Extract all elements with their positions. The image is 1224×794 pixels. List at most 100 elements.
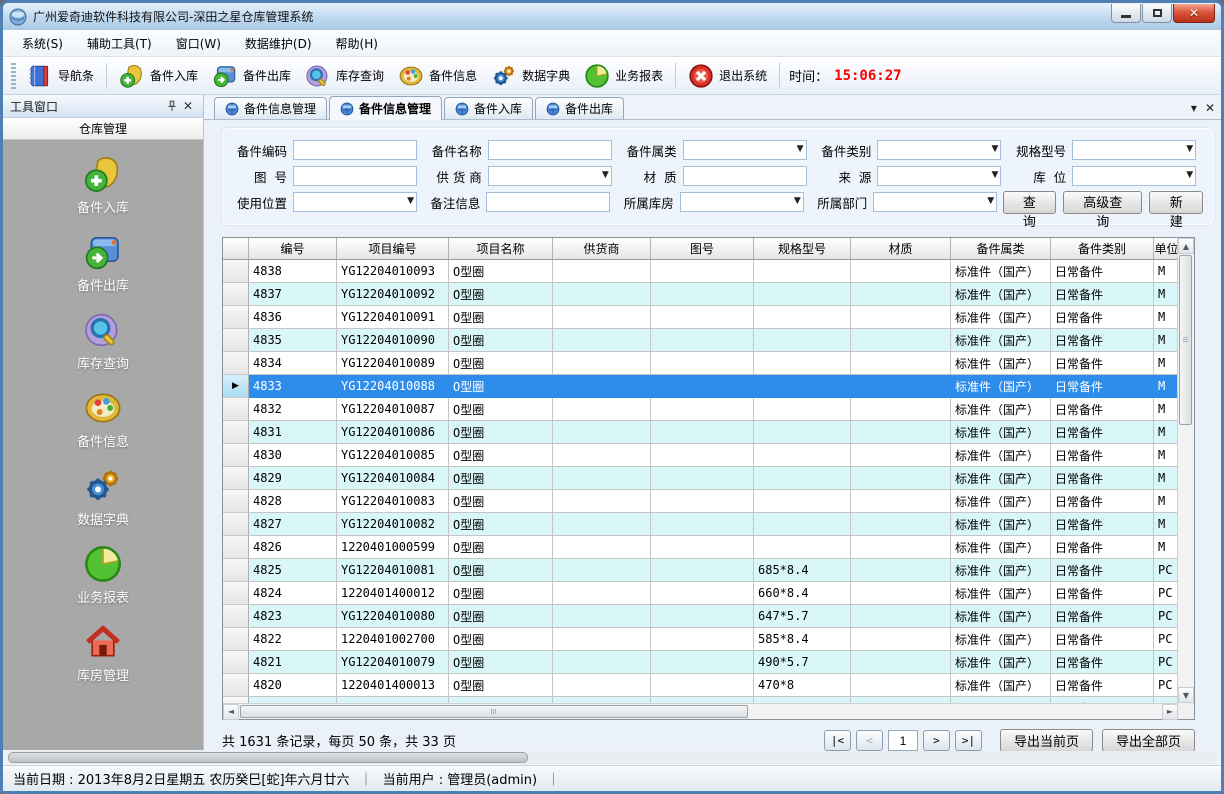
field-input-备注信息[interactable]: [486, 192, 610, 212]
vscroll-thumb[interactable]: [1179, 255, 1192, 425]
scroll-left-icon[interactable]: ◄: [223, 704, 239, 720]
table-row[interactable]: 4834YG12204010089O型圈标准件（国产）日常备件M: [223, 352, 1177, 375]
window-hscroll-thumb[interactable]: [8, 752, 528, 763]
field-input-备件编码[interactable]: [293, 140, 417, 160]
table-row[interactable]: 4831YG12204010086O型圈标准件（国产）日常备件M: [223, 421, 1177, 444]
export-all-pages-button[interactable]: 导出全部页: [1102, 729, 1195, 752]
sidebar-item-库存查询[interactable]: 库存查询: [43, 306, 163, 376]
last-page-button[interactable]: >|: [955, 730, 982, 751]
tabstrip-close-icon[interactable]: ✕: [1205, 101, 1215, 115]
first-page-button[interactable]: |<: [824, 730, 851, 751]
table-row[interactable]: 4827YG12204010082O型圈标准件（国产）日常备件M: [223, 513, 1177, 536]
toolbar-button-备件入库[interactable]: 备件入库: [112, 60, 205, 92]
column-header-材质[interactable]: 材质: [851, 238, 951, 260]
toolbar-button-业务报表[interactable]: 业务报表: [577, 60, 670, 92]
menu-item-3[interactable]: 窗口(W): [165, 31, 232, 56]
menu-item-4[interactable]: 数据维护(D): [234, 31, 323, 56]
scroll-up-icon[interactable]: ▲: [1178, 238, 1194, 254]
maximize-button[interactable]: [1142, 4, 1172, 23]
field-select-所属库房[interactable]: ▼: [680, 192, 804, 212]
field-select-备件属类[interactable]: ▼: [683, 140, 807, 160]
sidebar-item-库房管理[interactable]: 库房管理: [43, 618, 163, 688]
table-row[interactable]: 4830YG12204010085O型圈标准件（国产）日常备件M: [223, 444, 1177, 467]
hscroll-thumb[interactable]: [240, 705, 748, 718]
table-cell: 4822: [249, 628, 337, 651]
table-row[interactable]: 4832YG12204010087O型圈标准件（国产）日常备件M: [223, 398, 1177, 421]
column-header-编号[interactable]: 编号: [249, 238, 337, 260]
tab-2-备件信息管理[interactable]: 备件信息管理: [329, 96, 442, 120]
grid-vertical-scrollbar[interactable]: ▲ ▼: [1177, 238, 1194, 703]
grid-horizontal-scrollbar[interactable]: ◄ ►: [223, 703, 1178, 719]
field-select-使用位置[interactable]: ▼: [293, 192, 417, 212]
menu-item-1[interactable]: 系统(S): [11, 31, 74, 56]
table-row[interactable]: 48241220401400012O型圈660*8.4标准件（国产）日常备件PC: [223, 582, 1177, 605]
toolbar-button-导航条[interactable]: 导航条: [20, 60, 101, 92]
table-row[interactable]: 4821YG12204010079O型圈490*5.7标准件（国产）日常备件PC: [223, 651, 1177, 674]
table-cell: [651, 283, 754, 306]
column-header-备件属类[interactable]: 备件属类: [951, 238, 1051, 260]
sidebar-item-备件出库[interactable]: 备件出库: [43, 228, 163, 298]
table-row[interactable]: 4836YG12204010091O型圈标准件（国产）日常备件M: [223, 306, 1177, 329]
toolbar-button-库存查询[interactable]: 库存查询: [298, 60, 391, 92]
page-number-input[interactable]: [888, 730, 918, 751]
column-header-规格型号[interactable]: 规格型号: [754, 238, 851, 260]
export-current-page-button[interactable]: 导出当前页: [1000, 729, 1093, 752]
sidebar-item-备件入库[interactable]: 备件入库: [43, 150, 163, 220]
toolbar-button-退出系统[interactable]: 退出系统: [681, 60, 774, 92]
chevron-down-icon[interactable]: ▾: [1191, 101, 1197, 115]
sidebar-item-业务报表[interactable]: 业务报表: [43, 540, 163, 610]
field-input-备件名称[interactable]: [488, 140, 612, 160]
prev-page-button[interactable]: <: [856, 730, 883, 751]
window-horizontal-scrollbar[interactable]: [7, 751, 1217, 764]
field-select-供货商[interactable]: ▼: [488, 166, 612, 186]
pin-icon[interactable]: [164, 98, 180, 114]
field-select-来源[interactable]: ▼: [877, 166, 1001, 186]
toolbar-button-备件出库[interactable]: 备件出库: [205, 60, 298, 92]
next-page-button[interactable]: >: [923, 730, 950, 751]
tab-4-备件出库[interactable]: 备件出库: [535, 97, 624, 119]
field-select-所属部门[interactable]: ▼: [873, 192, 997, 212]
table-row[interactable]: 4835YG12204010090O型圈标准件（国产）日常备件M: [223, 329, 1177, 352]
toolbar-button-数据字典[interactable]: 数据字典: [484, 60, 577, 92]
button-新建[interactable]: 新建: [1149, 191, 1203, 214]
field-select-库位[interactable]: ▼: [1072, 166, 1196, 186]
close-button[interactable]: ✕: [1173, 4, 1215, 23]
table-row[interactable]: 4837YG12204010092O型圈标准件（国产）日常备件M: [223, 283, 1177, 306]
button-查询[interactable]: 查询: [1003, 191, 1057, 214]
column-header-项目名称[interactable]: 项目名称: [449, 238, 553, 260]
table-row[interactable]: 48221220401002700O型圈585*8.4标准件（国产）日常备件PC: [223, 628, 1177, 651]
button-高级查询[interactable]: 高级查询: [1063, 191, 1142, 214]
table-row[interactable]: ▶4833YG12204010088O型圈标准件（国产）日常备件M: [223, 375, 1177, 398]
column-header-备件类别[interactable]: 备件类别: [1051, 238, 1154, 260]
toolbar-button-备件信息[interactable]: 备件信息: [391, 60, 484, 92]
tab-1-备件信息管理[interactable]: 备件信息管理: [214, 97, 327, 119]
tab-3-备件入库[interactable]: 备件入库: [444, 97, 533, 119]
table-row[interactable]: 4829YG12204010084O型圈标准件（国产）日常备件M: [223, 467, 1177, 490]
table-row[interactable]: 4828YG12204010083O型圈标准件（国产）日常备件M: [223, 490, 1177, 513]
sidebar-close-icon[interactable]: ✕: [180, 98, 196, 114]
column-header-供货商[interactable]: 供货商: [553, 238, 651, 260]
scroll-down-icon[interactable]: ▼: [1178, 687, 1194, 703]
sidebar-item-数据字典[interactable]: 数据字典: [43, 462, 163, 532]
table-row[interactable]: 4838YG12204010093O型圈标准件（国产）日常备件M: [223, 260, 1177, 283]
table-cell: 日常备件: [1051, 260, 1154, 283]
field-input-材质[interactable]: [683, 166, 807, 186]
table-cell: 4834: [249, 352, 337, 375]
column-header-图号[interactable]: 图号: [651, 238, 754, 260]
field-select-备件类别[interactable]: ▼: [877, 140, 1001, 160]
scroll-right-icon[interactable]: ►: [1162, 704, 1178, 720]
table-cell: O型圈: [449, 375, 553, 398]
menu-item-2[interactable]: 辅助工具(T): [76, 31, 163, 56]
field-input-图号[interactable]: [293, 166, 417, 186]
app-window: 广州爱奇迪软件科技有限公司-深田之星仓库管理系统 ✕ 系统(S)辅助工具(T)窗…: [0, 0, 1224, 794]
table-cell: [754, 490, 851, 513]
table-row[interactable]: 4825YG12204010081O型圈685*8.4标准件（国产）日常备件PC: [223, 559, 1177, 582]
column-header-项目编号[interactable]: 项目编号: [337, 238, 449, 260]
minimize-button[interactable]: [1111, 4, 1141, 23]
sidebar-item-备件信息[interactable]: 备件信息: [43, 384, 163, 454]
table-row[interactable]: 48261220401000599O型圈标准件（国产）日常备件M: [223, 536, 1177, 559]
table-row[interactable]: 4823YG12204010080O型圈647*5.7标准件（国产）日常备件PC: [223, 605, 1177, 628]
table-row[interactable]: 48201220401400013O型圈470*8标准件（国产）日常备件PC: [223, 674, 1177, 697]
menu-item-5[interactable]: 帮助(H): [325, 31, 389, 56]
field-select-规格型号[interactable]: ▼: [1072, 140, 1196, 160]
